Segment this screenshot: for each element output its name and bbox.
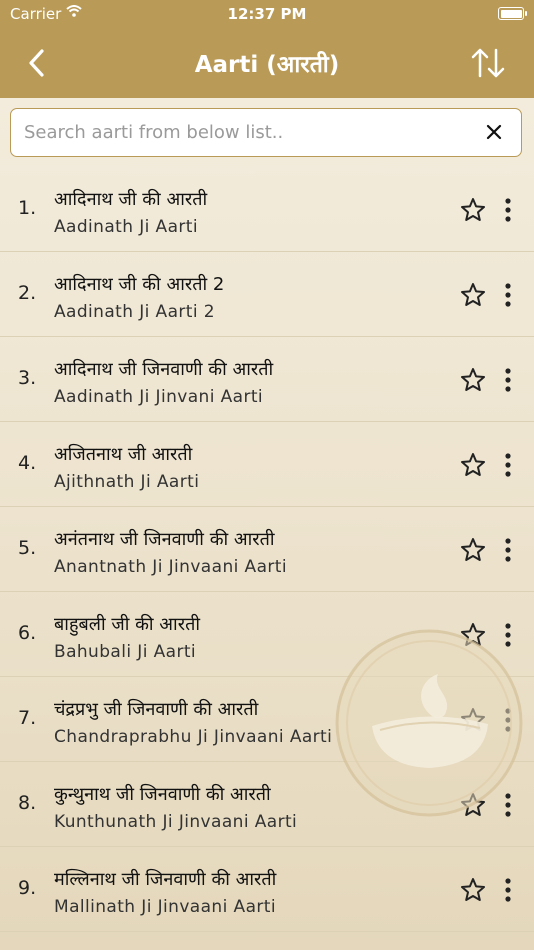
search-bar (10, 108, 522, 157)
close-icon[interactable] (485, 123, 503, 141)
more-options-icon[interactable] (498, 537, 518, 563)
item-title-english: Mallinath Ji Jinvaani Aarti (54, 897, 276, 917)
more-options-icon[interactable] (498, 197, 518, 223)
more-options-icon[interactable] (498, 282, 518, 308)
more-options-icon[interactable] (498, 877, 518, 903)
more-options-icon[interactable] (498, 367, 518, 393)
list-item[interactable]: 5. अनंतनाथ जी जिनवाणी की आरती Anantnath … (0, 507, 534, 592)
item-title-english: Chandraprabhu Ji Jinvaani Aarti (54, 727, 333, 747)
item-title-hindi: आदिनाथ जी की आरती 2 (54, 274, 225, 295)
item-title-english: Ajithnath Ji Aarti (54, 472, 200, 492)
list-item[interactable]: 6. बाहुबली जी की आरती Bahubali Ji Aarti (0, 592, 534, 677)
status-bar: Carrier 12:37 PM (0, 0, 534, 28)
search-input[interactable] (24, 119, 464, 145)
item-title-hindi: बाहुबली जी की आरती (54, 614, 200, 635)
sort-button[interactable] (470, 46, 506, 80)
page-title: Aarti (आरती) (194, 52, 340, 78)
more-options-icon[interactable] (498, 792, 518, 818)
star-icon[interactable] (460, 877, 486, 903)
item-number: 7. (18, 707, 37, 729)
item-number: 4. (18, 452, 37, 474)
item-title-english: Anantnath Ji Jinvaani Aarti (54, 557, 287, 577)
list-item[interactable]: 4. अजितनाथ जी आरती Ajithnath Ji Aarti (0, 422, 534, 507)
more-options-icon[interactable] (498, 622, 518, 648)
item-title-hindi: मल्लिनाथ जी जिनवाणी की आरती (54, 869, 277, 890)
item-number: 3. (18, 367, 37, 389)
list-item[interactable]: 1. आदिनाथ जी की आरती Aadinath Ji Aarti (0, 167, 534, 252)
item-title-hindi: आदिनाथ जी की आरती (54, 189, 208, 210)
star-icon[interactable] (460, 622, 486, 648)
item-title-english: Aadinath Ji Aarti (54, 217, 198, 237)
battery-icon (498, 7, 527, 20)
star-icon[interactable] (460, 537, 486, 563)
more-options-icon[interactable] (498, 452, 518, 478)
item-title-hindi: कुन्थुनाथ जी जिनवाणी की आरती (54, 784, 271, 805)
item-number: 6. (18, 622, 37, 644)
item-title-english: Kunthunath Ji Jinvaani Aarti (54, 812, 298, 832)
navigation-bar: Aarti (आरती) (0, 28, 534, 98)
star-icon[interactable] (460, 452, 486, 478)
star-icon[interactable] (460, 792, 486, 818)
aarti-list: 1. आदिनाथ जी की आरती Aadinath Ji Aarti 2… (0, 167, 534, 932)
list-item[interactable]: 7. चंद्रप्रभु जी जिनवाणी की आरती Chandra… (0, 677, 534, 762)
item-number: 9. (18, 877, 37, 899)
star-icon[interactable] (460, 707, 486, 733)
item-title-english: Aadinath Ji Jinvani Aarti (54, 387, 264, 407)
clock: 12:37 PM (227, 5, 307, 23)
item-number: 5. (18, 537, 37, 559)
list-item[interactable]: 9. मल्लिनाथ जी जिनवाणी की आरती Mallinath… (0, 847, 534, 932)
item-number: 1. (18, 197, 37, 219)
item-title-hindi: आदिनाथ जी जिनवाणी की आरती (54, 359, 274, 380)
item-number: 8. (18, 792, 37, 814)
item-title-english: Bahubali Ji Aarti (54, 642, 197, 662)
star-icon[interactable] (460, 367, 486, 393)
star-icon[interactable] (460, 282, 486, 308)
list-item[interactable]: 2. आदिनाथ जी की आरती 2 Aadinath Ji Aarti… (0, 252, 534, 337)
item-title-hindi: अजितनाथ जी आरती (54, 444, 193, 465)
item-title-hindi: चंद्रप्रभु जी जिनवाणी की आरती (54, 699, 259, 720)
item-title-hindi: अनंतनाथ जी जिनवाणी की आरती (54, 529, 275, 550)
item-title-english: Aadinath Ji Aarti 2 (54, 302, 215, 322)
sort-arrows-icon (471, 48, 505, 78)
star-icon[interactable] (460, 197, 486, 223)
list-item[interactable]: 3. आदिनाथ जी जिनवाणी की आरती Aadinath Ji… (0, 337, 534, 422)
item-number: 2. (18, 282, 37, 304)
more-options-icon[interactable] (498, 707, 518, 733)
list-item[interactable]: 8. कुन्थुनाथ जी जिनवाणी की आरती Kunthuna… (0, 762, 534, 847)
